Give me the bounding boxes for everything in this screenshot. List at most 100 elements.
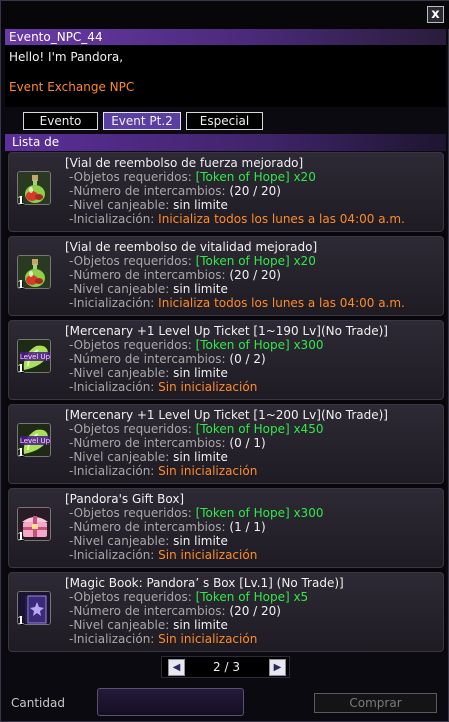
exchanges-row: -Número de intercambios: (20 / 20)	[69, 268, 281, 282]
item-quantity: 1	[17, 530, 25, 543]
item-quantity: 1	[17, 278, 25, 291]
item-title: [Vial de reembolso de fuerza mejorado]	[65, 156, 304, 170]
level-row: -Nivel canjeable: sin limite	[69, 450, 228, 464]
reset-label: -Inicialización:	[69, 464, 155, 478]
list-item[interactable]: 1 [Magic Book: Pandora’ s Box [Lv.1] (No…	[8, 572, 444, 652]
reset-value: Sin inicialización	[158, 380, 258, 394]
exchanges-row: -Número de intercambios: (20 / 20)	[69, 604, 281, 618]
required-label: -Objetos requeridos:	[69, 506, 192, 520]
exchanges-label: -Número de intercambios:	[69, 268, 226, 282]
next-page-button[interactable]: ▶	[269, 659, 286, 676]
required-value: [Token of Hope] x450	[195, 422, 324, 436]
required-label: -Objetos requeridos:	[69, 254, 192, 268]
list-item[interactable]: 1 [Pandora's Gift Box] -Objetos requerid…	[8, 488, 444, 568]
reset-value: Sin inicialización	[158, 548, 258, 562]
item-title: [Mercenary +1 Level Up Ticket [1~190 Lv]…	[65, 324, 388, 338]
item-quantity: 1	[17, 614, 25, 627]
exchanges-label: -Número de intercambios:	[69, 352, 226, 366]
exchanges-label: -Número de intercambios:	[69, 436, 226, 450]
buy-button[interactable]: Comprar	[314, 693, 437, 713]
item-quantity: 1	[17, 446, 25, 459]
exchanges-value: (20 / 20)	[229, 268, 281, 282]
level-row: -Nivel canjeable: sin limite	[69, 534, 228, 548]
exchanges-value: (0 / 1)	[229, 436, 266, 450]
required-label: -Objetos requeridos:	[69, 338, 192, 352]
level-value: sin limite	[173, 618, 228, 632]
exchanges-row: -Número de intercambios: (0 / 2)	[69, 352, 266, 366]
reset-row: -Inicialización: Inicializa todos los lu…	[69, 296, 405, 310]
reset-value: Sin inicialización	[158, 632, 258, 646]
required-row: -Objetos requeridos: [Token of Hope] x20	[69, 170, 316, 184]
exchanges-label: -Número de intercambios:	[69, 604, 226, 618]
item-title: [Pandora's Gift Box]	[65, 492, 185, 506]
level-row: -Nivel canjeable: sin limite	[69, 198, 228, 212]
close-button[interactable]: x	[427, 6, 444, 23]
reset-label: -Inicialización:	[69, 296, 155, 310]
level-value: sin limite	[173, 198, 228, 212]
required-row: -Objetos requeridos: [Token of Hope] x45…	[69, 422, 323, 436]
level-label: -Nivel canjeable:	[69, 282, 170, 296]
exchanges-label: -Número de intercambios:	[69, 184, 226, 198]
required-row: -Objetos requeridos: [Token of Hope] x20	[69, 254, 316, 268]
exchanges-row: -Número de intercambios: (0 / 1)	[69, 436, 266, 450]
required-value: [Token of Hope] x300	[195, 338, 324, 352]
reset-label: -Inicialización:	[69, 632, 155, 646]
list-item[interactable]: Level Up 1 [Mercenary +1 Level Up Ticket…	[8, 320, 444, 400]
tab-event-pt2[interactable]: Event Pt.2	[103, 112, 181, 130]
exchanges-value: (0 / 2)	[229, 352, 266, 366]
reset-row: -Inicialización: Sin inicialización	[69, 632, 257, 646]
pagination: ◀ 2 / 3 ▶	[161, 656, 290, 678]
reset-row: -Inicialización: Sin inicialización	[69, 464, 257, 478]
level-label: -Nivel canjeable:	[69, 534, 170, 548]
level-value: sin limite	[173, 366, 228, 380]
item-quantity: 1	[17, 194, 25, 207]
npc-dialog: Hello! I'm Pandora, Event Exchange NPC	[5, 45, 446, 107]
item-title: [Magic Book: Pandora’ s Box [Lv.1] (No T…	[65, 576, 344, 590]
required-value: [Token of Hope] x300	[195, 506, 324, 520]
required-value: [Token of Hope] x5	[195, 590, 309, 604]
title-bar[interactable]: x	[1, 1, 449, 29]
level-value: sin limite	[173, 450, 228, 464]
tab-especial[interactable]: Especial	[186, 112, 263, 130]
level-label: -Nivel canjeable:	[69, 618, 170, 632]
item-quantity: 1	[17, 362, 25, 375]
required-value: [Token of Hope] x20	[195, 170, 316, 184]
level-value: sin limite	[173, 534, 228, 548]
npc-role: Event Exchange NPC	[9, 80, 135, 94]
required-label: -Objetos requeridos:	[69, 590, 192, 604]
required-row: -Objetos requeridos: [Token of Hope] x5	[69, 590, 308, 604]
list-header: Lista de	[5, 134, 446, 151]
reset-row: -Inicialización: Sin inicialización	[69, 548, 257, 562]
svg-text:Level Up: Level Up	[20, 437, 51, 445]
level-label: -Nivel canjeable:	[69, 450, 170, 464]
reset-value: Inicializa todos los lunes a las 04:00 a…	[158, 296, 405, 310]
exchanges-row: -Número de intercambios: (1 / 1)	[69, 520, 266, 534]
item-title: [Vial de reembolso de vitalidad mejorado…	[65, 240, 318, 254]
required-value: [Token of Hope] x20	[195, 254, 316, 268]
level-row: -Nivel canjeable: sin limite	[69, 618, 228, 632]
list-item[interactable]: 1 [Vial de reembolso de vitalidad mejora…	[8, 236, 444, 316]
npc-name-bar: Evento_NPC_44	[5, 29, 446, 45]
level-row: -Nivel canjeable: sin limite	[69, 282, 228, 296]
reset-label: -Inicialización:	[69, 548, 155, 562]
list-item[interactable]: Level Up 1 [Mercenary +1 Level Up Ticket…	[8, 404, 444, 484]
reset-label: -Inicialización:	[69, 212, 155, 226]
exchanges-row: -Número de intercambios: (20 / 20)	[69, 184, 281, 198]
required-label: -Objetos requeridos:	[69, 170, 192, 184]
exchanges-value: (20 / 20)	[229, 184, 281, 198]
reset-row: -Inicialización: Inicializa todos los lu…	[69, 212, 405, 226]
list-item[interactable]: 1 [Vial de reembolso de fuerza mejorado]…	[8, 152, 444, 232]
required-row: -Objetos requeridos: [Token of Hope] x30…	[69, 506, 323, 520]
quantity-label: Cantidad	[11, 696, 65, 710]
required-label: -Objetos requeridos:	[69, 422, 192, 436]
exchange-window: x Evento_NPC_44 Hello! I'm Pandora, Even…	[0, 0, 449, 722]
npc-greeting: Hello! I'm Pandora,	[9, 50, 124, 64]
svg-text:Level Up: Level Up	[20, 353, 51, 361]
item-title: [Mercenary +1 Level Up Ticket [1~200 Lv]…	[65, 408, 388, 422]
tab-evento[interactable]: Evento	[23, 112, 98, 130]
level-label: -Nivel canjeable:	[69, 366, 170, 380]
quantity-input[interactable]	[97, 688, 244, 716]
exchanges-value: (1 / 1)	[229, 520, 266, 534]
level-value: sin limite	[173, 282, 228, 296]
reset-label: -Inicialización:	[69, 380, 155, 394]
